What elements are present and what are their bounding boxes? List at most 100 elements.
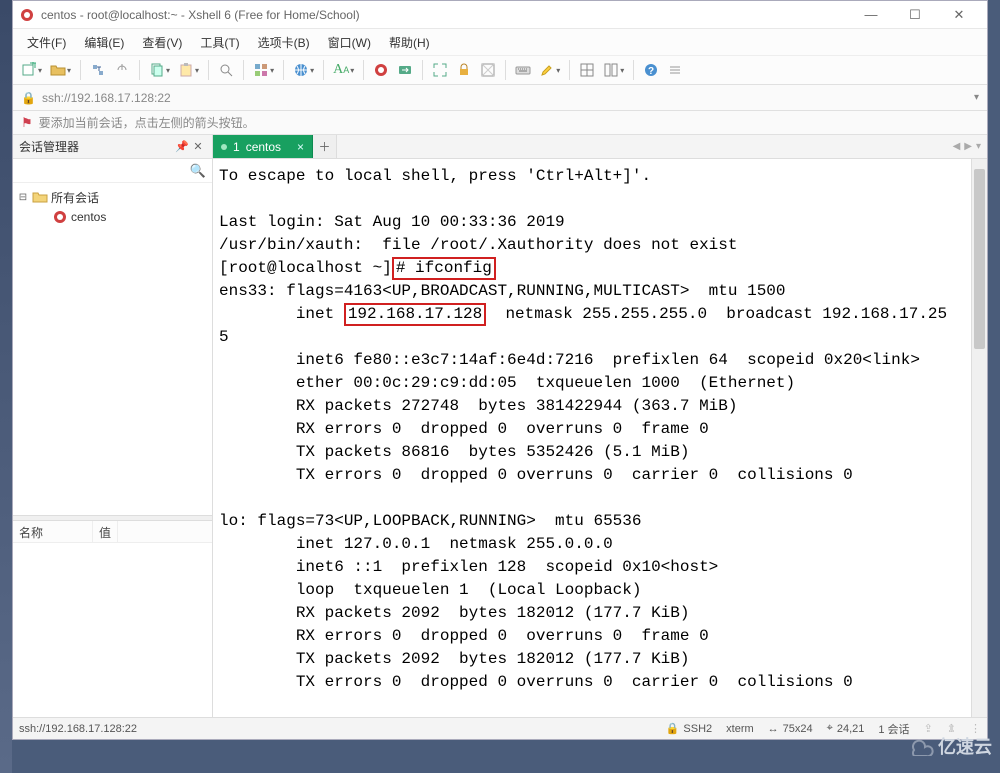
flag-icon: ⚑	[21, 115, 33, 131]
titlebar[interactable]: centos - root@localhost:~ - Xshell 6 (Fr…	[13, 1, 987, 29]
tab-label: centos	[246, 140, 281, 154]
address-text[interactable]: ssh://192.168.17.128:22	[42, 91, 968, 105]
find-button[interactable]	[216, 59, 236, 81]
term-line: Last login: Sat Aug 10 00:33:36 2019	[219, 213, 565, 231]
terminal-scrollbar[interactable]	[971, 159, 987, 717]
term-line: RX errors 0 dropped 0 overruns 0 frame 0	[219, 420, 709, 438]
session-icon	[52, 209, 68, 225]
session-search[interactable]: 🔍	[13, 159, 212, 183]
svg-text:?: ?	[648, 66, 654, 77]
folder-icon	[32, 189, 48, 205]
reconnect-button[interactable]	[88, 59, 108, 81]
toolbar-options-button[interactable]	[665, 59, 685, 81]
menu-tabs[interactable]: 选项卡(B)	[250, 31, 318, 54]
scrollbar-thumb[interactable]	[974, 169, 985, 349]
menubar: 文件(F) 编辑(E) 查看(V) 工具(T) 选项卡(B) 窗口(W) 帮助(…	[13, 29, 987, 55]
font-button[interactable]: AA▾	[331, 59, 356, 81]
tab-add-button[interactable]: ＋	[313, 135, 337, 158]
tab-prev-icon[interactable]: ◀	[953, 141, 961, 152]
search-icon[interactable]: 🔍	[190, 163, 206, 179]
disconnect-button[interactable]	[112, 59, 132, 81]
tab-close-icon[interactable]: ×	[297, 140, 304, 154]
pin-icon[interactable]: 📌	[174, 140, 190, 153]
xshell-window: centos - root@localhost:~ - Xshell 6 (Fr…	[12, 0, 988, 740]
menu-help[interactable]: 帮助(H)	[381, 31, 438, 54]
terminal[interactable]: To escape to local shell, press 'Ctrl+Al…	[213, 159, 987, 717]
tab-bar: 1 centos × ＋ ◀ ▶ ▾	[213, 135, 987, 159]
window-title: centos - root@localhost:~ - Xshell 6 (Fr…	[41, 8, 849, 22]
cursor-icon: ⌖	[827, 722, 833, 735]
status-address: ssh://192.168.17.128:22	[19, 723, 137, 735]
tab-next-icon[interactable]: ▶	[964, 141, 972, 152]
paste-button[interactable]: ▾	[176, 59, 201, 81]
collapse-icon[interactable]: ⊟	[17, 192, 29, 203]
status-sessions: 1 会话	[878, 721, 909, 737]
status-num: ⇭	[947, 722, 956, 735]
size-icon: ↔	[768, 723, 779, 735]
desktop-background-strip	[0, 0, 12, 773]
minimize-button[interactable]: —	[849, 1, 893, 29]
term-line: TX packets 86816 bytes 5352426 (5.1 MiB)	[219, 443, 689, 461]
status-caps: ⇪	[924, 722, 933, 735]
copy-button[interactable]: ▾	[147, 59, 172, 81]
close-button[interactable]: ✕	[937, 1, 981, 29]
separator-icon	[363, 60, 364, 80]
term-line: 5	[219, 328, 229, 346]
properties-header: 名称 值	[13, 521, 212, 543]
tab-index: 1	[233, 140, 240, 154]
toolbar: ▾ ▾ ▾ ▾ ▾ ▾ AA▾ ▾ ▾ ?	[13, 55, 987, 85]
web-button[interactable]: ▾	[291, 59, 316, 81]
open-button[interactable]: ▾	[48, 59, 73, 81]
tab-menu-icon[interactable]: ▾	[976, 141, 981, 152]
status-extra: ⋮	[970, 722, 981, 735]
hint-bar: ⚑ 要添加当前会话，点击左侧的箭头按钮。	[13, 111, 987, 135]
menu-window[interactable]: 窗口(W)	[320, 31, 379, 54]
tile-button[interactable]: ▾	[601, 59, 626, 81]
term-line: RX packets 2092 bytes 182012 (177.7 KiB)	[219, 604, 689, 622]
menu-edit[interactable]: 编辑(E)	[76, 31, 132, 54]
main-area: 1 centos × ＋ ◀ ▶ ▾ To escape to local sh…	[213, 135, 987, 717]
transparency-button[interactable]	[478, 59, 498, 81]
maximize-button[interactable]: ☐	[893, 1, 937, 29]
new-session-button[interactable]: ▾	[19, 59, 44, 81]
tree-root[interactable]: ⊟ 所有会话	[17, 187, 208, 207]
menu-tools[interactable]: 工具(T)	[192, 31, 247, 54]
address-dropdown-icon[interactable]: ▾	[974, 92, 979, 103]
term-line: To escape to local shell, press 'Ctrl+Al…	[219, 167, 651, 185]
separator-icon	[139, 60, 140, 80]
tab-centos[interactable]: 1 centos ×	[213, 135, 313, 158]
separator-icon	[323, 60, 324, 80]
keyboard-button[interactable]	[513, 59, 533, 81]
session-tree[interactable]: ⊟ 所有会话 centos	[13, 183, 212, 515]
separator-icon	[569, 60, 570, 80]
col-value[interactable]: 值	[93, 521, 118, 542]
highlight-ip: 192.168.17.128	[344, 303, 486, 326]
highlight-button[interactable]: ▾	[537, 59, 562, 81]
xshell-logo-button[interactable]	[371, 59, 391, 81]
fullscreen-button[interactable]	[430, 59, 450, 81]
session-manager-header[interactable]: 会话管理器 📌 ✕	[13, 135, 212, 159]
app-icon	[19, 7, 35, 23]
status-bar: ssh://192.168.17.128:22 🔒SSH2 xterm ↔75x…	[13, 717, 987, 739]
panel-close-icon[interactable]: ✕	[190, 140, 206, 153]
lock-button[interactable]	[454, 59, 474, 81]
lock-icon: 🔒	[666, 722, 680, 735]
term-line: inet6 ::1 prefixlen 128 scopeid 0x10<hos…	[219, 558, 718, 576]
status-term: xterm	[726, 723, 754, 735]
window-controls: — ☐ ✕	[849, 1, 981, 29]
properties-button[interactable]: ▾	[251, 59, 276, 81]
term-line: ens33: flags=4163<UP,BROADCAST,RUNNING,M…	[219, 282, 786, 300]
menu-view[interactable]: 查看(V)	[134, 31, 190, 54]
help-button[interactable]: ?	[641, 59, 661, 81]
properties-body	[13, 543, 212, 717]
menu-file[interactable]: 文件(F)	[19, 31, 74, 54]
xftp-button[interactable]	[395, 59, 415, 81]
tree-item-centos[interactable]: centos	[17, 207, 208, 227]
search-input[interactable]	[19, 164, 190, 178]
term-line: TX packets 2092 bytes 182012 (177.7 KiB)	[219, 650, 689, 668]
separator-icon	[208, 60, 209, 80]
col-name[interactable]: 名称	[13, 521, 93, 542]
term-line: RX errors 0 dropped 0 overruns 0 frame 0	[219, 627, 709, 645]
layout-button[interactable]	[577, 59, 597, 81]
address-bar[interactable]: 🔒 ssh://192.168.17.128:22 ▾	[13, 85, 987, 111]
